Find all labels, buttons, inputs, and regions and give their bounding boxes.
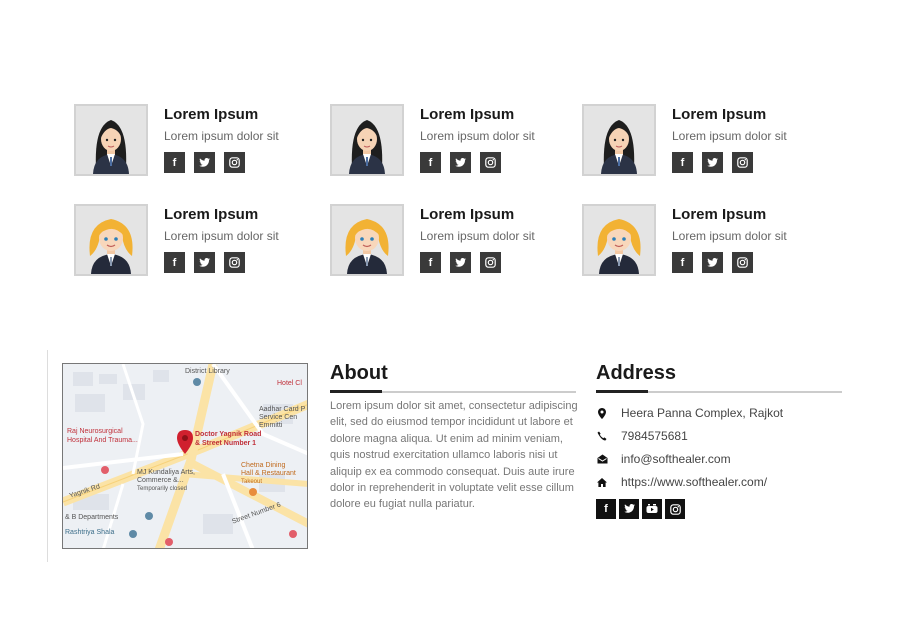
facebook-icon[interactable]: f (164, 152, 185, 173)
member-social-links: f (420, 252, 501, 273)
address-heading-underline (596, 390, 842, 393)
map-label: Rashtriya Shala (65, 529, 115, 536)
twitter-icon[interactable] (194, 152, 215, 173)
map-label: & B Departments (65, 514, 119, 521)
member-name: Lorem Ipsum (672, 206, 767, 223)
team-section: Lorem Ipsum Lorem ipsum dolor sit f Lore… (74, 104, 834, 280)
twitter-icon[interactable] (450, 152, 471, 173)
envelope-open-icon (596, 453, 608, 465)
member-role: Lorem ipsum dolor sit (420, 229, 535, 243)
facebook-icon[interactable]: f (420, 152, 441, 173)
team-member-card: Lorem Ipsum Lorem ipsum dolor sit f (74, 204, 314, 280)
address-heading: Address (596, 362, 677, 384)
woman-blonde-hair-avatar (582, 204, 656, 276)
map-label: Raj Neurosurgical (67, 428, 123, 435)
instagram-icon[interactable] (224, 152, 245, 173)
twitter-icon[interactable] (619, 499, 639, 519)
member-role: Lorem ipsum dolor sit (164, 129, 279, 143)
map-label: Hotel Cl (277, 380, 302, 387)
twitter-icon[interactable] (702, 152, 723, 173)
member-name: Lorem Ipsum (420, 206, 515, 223)
member-name: Lorem Ipsum (672, 106, 767, 123)
instagram-icon[interactable] (480, 152, 501, 173)
map-marker-icon (596, 407, 608, 419)
map-label: Hall & Restaurant (241, 470, 296, 477)
map-label: Commerce &... (137, 477, 184, 484)
address-email-row[interactable]: info@softhealer.com (596, 451, 731, 467)
facebook-icon[interactable]: f (672, 252, 693, 273)
member-social-links: f (672, 152, 753, 173)
map-label: Temporarily closed (137, 486, 188, 492)
address-phone[interactable]: 7984575681 (621, 429, 688, 443)
team-member-card: Lorem Ipsum Lorem ipsum dolor sit f (330, 204, 570, 280)
map-pin-label: Doctor Yagnik Road (195, 431, 262, 438)
about-heading: About (330, 362, 388, 384)
team-member-card: Lorem Ipsum Lorem ipsum dolor sit f (74, 104, 314, 180)
map-label: Takeout (241, 479, 263, 485)
map-label: MJ Kundaliya Arts, (137, 469, 195, 476)
member-social-links: f (164, 252, 245, 273)
about-heading-underline (330, 390, 576, 393)
address-social-links: f (596, 499, 685, 519)
address-location-row: Heera Panna Complex, Rajkot (596, 405, 783, 421)
address-website-row[interactable]: https://www.softhealer.com/ (596, 474, 767, 490)
member-role: Lorem ipsum dolor sit (672, 129, 787, 143)
woman-blonde-hair-avatar (330, 204, 404, 276)
map-label: Emmitti (259, 422, 283, 429)
map-label: Chetna Dining (241, 462, 286, 469)
phone-icon (596, 430, 608, 442)
team-member-card: Lorem Ipsum Lorem ipsum dolor sit f (330, 104, 570, 180)
member-name: Lorem Ipsum (164, 106, 259, 123)
woman-dark-hair-avatar (74, 104, 148, 176)
map-label: Aadhar Card P (259, 406, 306, 413)
facebook-icon[interactable]: f (672, 152, 693, 173)
twitter-icon[interactable] (702, 252, 723, 273)
address-email[interactable]: info@softhealer.com (621, 452, 731, 466)
address-phone-row[interactable]: 7984575681 (596, 428, 688, 444)
instagram-icon[interactable] (732, 152, 753, 173)
facebook-icon[interactable]: f (596, 499, 616, 519)
member-name: Lorem Ipsum (164, 206, 259, 223)
map-label: Hospital And Trauma... (67, 437, 138, 444)
twitter-icon[interactable] (194, 252, 215, 273)
youtube-icon[interactable] (642, 499, 662, 519)
woman-blonde-hair-avatar (74, 204, 148, 276)
member-role: Lorem ipsum dolor sit (164, 229, 279, 243)
member-social-links: f (420, 152, 501, 173)
address-website[interactable]: https://www.softhealer.com/ (621, 475, 767, 489)
member-social-links: f (164, 152, 245, 173)
member-social-links: f (672, 252, 753, 273)
about-text: Lorem ipsum dolor sit amet, consectetur … (330, 400, 578, 511)
map-pin-label: & Street Number 1 (195, 440, 257, 447)
instagram-icon[interactable] (480, 252, 501, 273)
map-label: District Library (185, 368, 230, 375)
team-member-card: Lorem Ipsum Lorem ipsum dolor sit f (582, 204, 822, 280)
facebook-icon[interactable]: f (164, 252, 185, 273)
member-name: Lorem Ipsum (420, 106, 515, 123)
map-label: Service Cen (259, 414, 298, 421)
section-divider (47, 350, 48, 562)
facebook-icon[interactable]: f (420, 252, 441, 273)
address-location: Heera Panna Complex, Rajkot (621, 406, 784, 420)
woman-dark-hair-avatar (582, 104, 656, 176)
member-role: Lorem ipsum dolor sit (420, 129, 535, 143)
location-map[interactable]: Doctor Yagnik Road & Street Number 1 Dis… (62, 363, 308, 549)
member-role: Lorem ipsum dolor sit (672, 229, 787, 243)
team-member-card: Lorem Ipsum Lorem ipsum dolor sit f (582, 104, 822, 180)
instagram-icon[interactable] (732, 252, 753, 273)
home-icon (596, 476, 608, 488)
instagram-icon[interactable] (665, 499, 685, 519)
twitter-icon[interactable] (450, 252, 471, 273)
instagram-icon[interactable] (224, 252, 245, 273)
woman-dark-hair-avatar (330, 104, 404, 176)
